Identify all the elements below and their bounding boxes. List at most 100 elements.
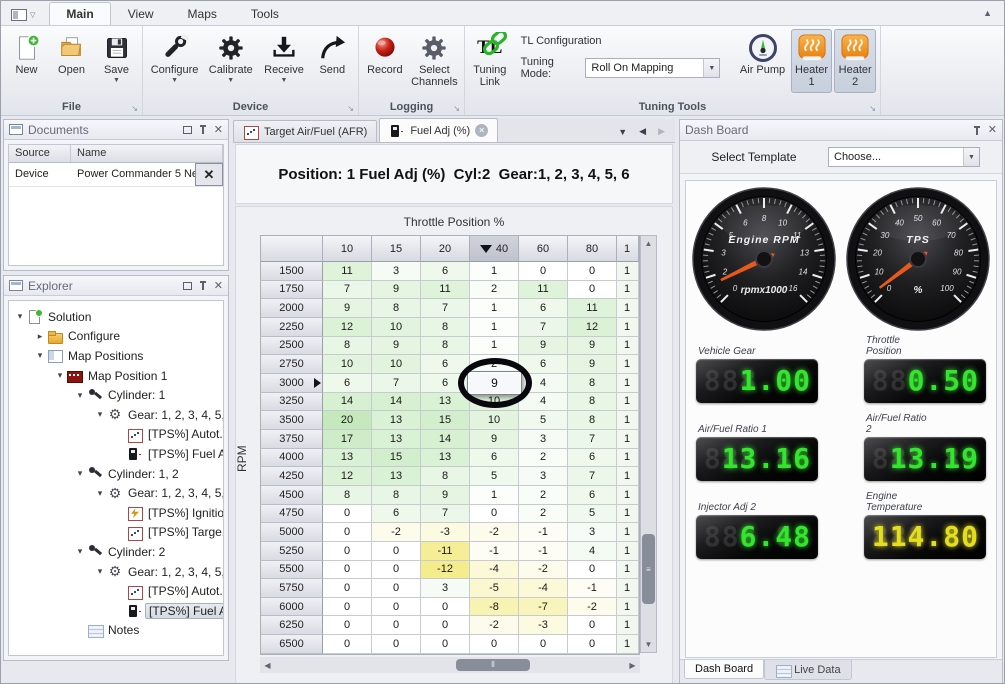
grid-cell[interactable]: 11 <box>421 281 470 300</box>
grid-row-header[interactable]: 4500 <box>261 486 323 505</box>
template-select[interactable]: Choose... ▼ <box>828 147 980 167</box>
grid-row-header[interactable]: 3000 <box>261 374 323 393</box>
tab-maps[interactable]: Maps <box>171 2 234 25</box>
grid-cell[interactable]: -1 <box>519 523 568 542</box>
grid-cell[interactable]: 2 <box>519 449 568 468</box>
collapse-arrow-icon[interactable]: ▾ <box>73 546 87 557</box>
dialog-launcher-icon[interactable]: ↘ <box>347 104 354 113</box>
grid-cell[interactable]: 11 <box>568 299 617 318</box>
grid-cell-clipped[interactable]: 1 <box>617 635 639 654</box>
close-icon[interactable]: ✕ <box>214 125 223 135</box>
grid-cell[interactable]: 4 <box>519 393 568 412</box>
grid-column-header[interactable]: 40 <box>470 236 519 262</box>
scroll-down-icon[interactable]: ▼ <box>641 637 656 652</box>
collapse-arrow-icon[interactable]: ▾ <box>93 409 107 420</box>
collapse-arrow-icon[interactable]: ▾ <box>53 370 67 381</box>
grid-cell-clipped[interactable]: 1 <box>617 393 639 412</box>
scroll-left-icon[interactable]: ◀ <box>260 658 275 673</box>
collapse-arrow-icon[interactable]: ▾ <box>13 311 27 322</box>
grid-cell[interactable]: 3 <box>372 262 421 281</box>
grid-cell[interactable]: 9 <box>519 337 568 356</box>
grid-cell-clipped[interactable]: 1 <box>617 449 639 468</box>
grid-cell-clipped[interactable]: 1 <box>617 374 639 393</box>
close-icon[interactable]: ✕ <box>988 125 997 135</box>
grid-cell[interactable]: 0 <box>519 635 568 654</box>
grid-cell[interactable]: 7 <box>421 505 470 524</box>
grid-cell-clipped[interactable]: 1 <box>617 430 639 449</box>
pin-icon[interactable] <box>199 124 207 135</box>
grid-cell[interactable]: 11 <box>323 262 372 281</box>
grid-cell[interactable]: 0 <box>421 616 470 635</box>
grid-cell[interactable]: -2 <box>568 598 617 617</box>
grid-cell[interactable]: 1 <box>470 262 519 281</box>
grid-cell[interactable]: 11 <box>519 281 568 300</box>
grid-cell[interactable]: 0 <box>519 262 568 281</box>
tab-target-airfuel[interactable]: Target Air/Fuel (AFR) <box>233 120 377 142</box>
grid-cell[interactable]: 7 <box>568 467 617 486</box>
grid-cell[interactable]: 9 <box>568 337 617 356</box>
tab-fuel-adj[interactable]: Fuel Adj (%) ✕ <box>379 118 498 142</box>
grid-cell[interactable]: 6 <box>421 355 470 374</box>
explorer-item[interactable]: [TPS%] Fuel A... <box>9 601 223 621</box>
grid-cell[interactable]: 14 <box>323 393 372 412</box>
grid-cell[interactable]: -3 <box>421 523 470 542</box>
grid-cell[interactable]: 1 <box>470 337 519 356</box>
grid-cell[interactable]: 0 <box>372 635 421 654</box>
grid-cell[interactable]: 8 <box>421 467 470 486</box>
scroll-up-icon[interactable]: ▲ <box>641 236 656 251</box>
ribbon-collapse-icon[interactable]: ▲ <box>983 8 992 18</box>
grid-cell[interactable]: -2 <box>470 616 519 635</box>
grid-cell[interactable]: 13 <box>372 430 421 449</box>
dialog-launcher-icon[interactable]: ↘ <box>869 104 876 113</box>
grid-cell[interactable]: 0 <box>568 616 617 635</box>
grid-cell[interactable]: 3 <box>519 467 568 486</box>
grid-cell[interactable]: 1 <box>470 318 519 337</box>
grid-column-header[interactable]: 80 <box>568 236 617 262</box>
grid-cell[interactable]: 7 <box>421 299 470 318</box>
grid-cell[interactable]: -2 <box>519 561 568 580</box>
grid-cell[interactable]: 14 <box>421 430 470 449</box>
dialog-launcher-icon[interactable]: ↘ <box>453 104 460 113</box>
scroll-tabs-left-icon[interactable]: ◀ <box>639 126 646 137</box>
explorer-item[interactable]: [TPS%] Fuel A... <box>9 444 223 464</box>
grid-cell[interactable]: 6 <box>372 505 421 524</box>
grid-cell[interactable]: 10 <box>470 393 519 412</box>
grid-cell[interactable]: 0 <box>323 616 372 635</box>
collapse-arrow-icon[interactable]: ▾ <box>33 350 47 361</box>
grid-cell[interactable]: -3 <box>519 616 568 635</box>
explorer-item[interactable]: ▾Map Position 1 <box>9 366 223 386</box>
grid-cell[interactable]: 10 <box>470 411 519 430</box>
grid-cell[interactable]: 9 <box>568 355 617 374</box>
grid-cell-clipped[interactable]: 1 <box>617 505 639 524</box>
open-button[interactable]: Open <box>50 29 93 77</box>
grid-cell[interactable]: 0 <box>323 542 372 561</box>
grid-cell[interactable]: 1 <box>470 486 519 505</box>
grid-cell[interactable]: 0 <box>323 505 372 524</box>
grid-cell[interactable]: 6 <box>568 486 617 505</box>
record-button[interactable]: Record <box>363 29 407 77</box>
grid-column-header[interactable]: 10 <box>323 236 372 262</box>
chevron-down-icon[interactable]: ▼ <box>703 59 719 77</box>
grid-cell[interactable]: 4 <box>519 374 568 393</box>
grid-cell[interactable]: 9 <box>421 486 470 505</box>
grid-cell-clipped[interactable]: 1 <box>617 542 639 561</box>
grid-cell[interactable]: 0 <box>323 561 372 580</box>
grid-cell[interactable]: 0 <box>323 523 372 542</box>
grid-row-header[interactable]: 5500 <box>261 561 323 580</box>
vertical-scroll-thumb[interactable]: ≡ <box>642 534 655 604</box>
grid-cell[interactable]: -4 <box>519 579 568 598</box>
grid-row-header[interactable]: 6500 <box>261 635 323 654</box>
receive-button[interactable]: Receive ▼ <box>259 29 308 85</box>
grid-cell[interactable]: 7 <box>519 318 568 337</box>
grid-cell-clipped[interactable]: 1 <box>617 411 639 430</box>
grid-cell[interactable]: 6 <box>519 299 568 318</box>
grid-row-header[interactable]: 3750 <box>261 430 323 449</box>
grid-cell[interactable]: 0 <box>323 579 372 598</box>
pin-icon[interactable] <box>199 280 207 291</box>
horizontal-scroll-thumb[interactable]: ⦀ <box>456 659 530 671</box>
explorer-item[interactable]: ▾Cylinder: 1, 2 <box>9 464 223 484</box>
column-header-name[interactable]: Name <box>71 145 223 162</box>
grid-cell[interactable]: 0 <box>470 635 519 654</box>
grid-cell[interactable]: 8 <box>568 411 617 430</box>
grid-cell[interactable]: 3 <box>421 579 470 598</box>
